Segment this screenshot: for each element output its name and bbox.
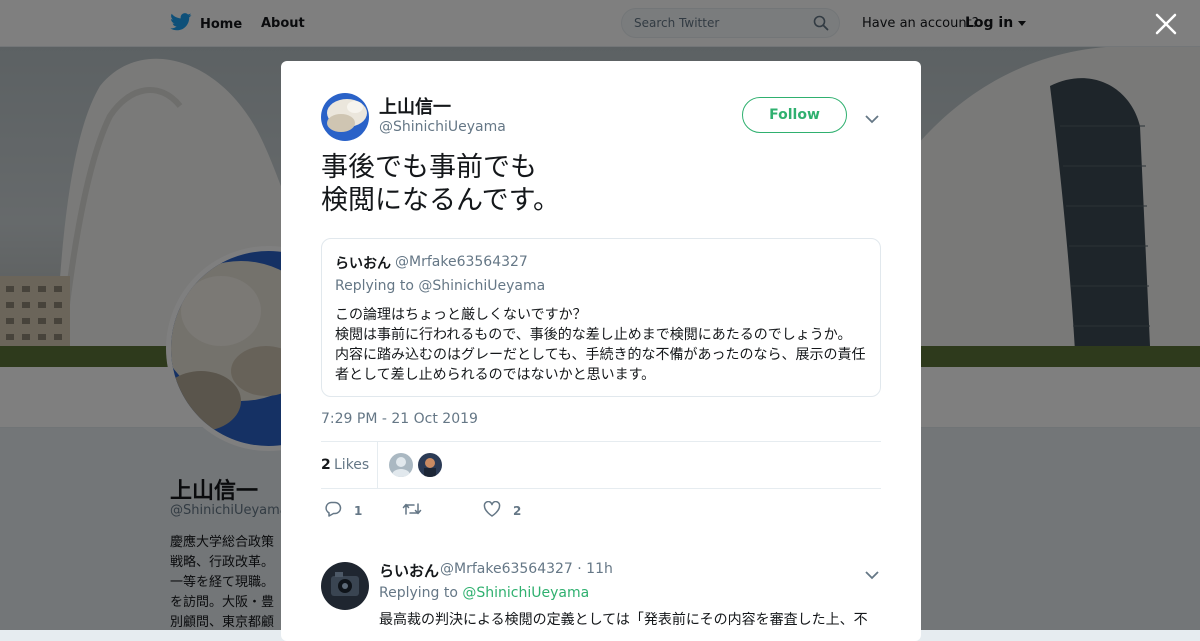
divider: [321, 488, 881, 489]
like-action[interactable]: 2: [483, 500, 522, 520]
quoted-text-line: 検閲は事前に行われるもので、事後的な差し止めまで検閲にあたるのでしょうか。: [335, 327, 852, 343]
reply-action[interactable]: 1: [324, 501, 362, 520]
quoted-text-line: 内容に踏み込むのはグレーだとしても、手続き的な不備があったのなら、展示の責任: [335, 347, 866, 363]
chevron-down-icon[interactable]: [865, 109, 879, 128]
replying-to-prefix: Replying to: [379, 585, 458, 601]
reply-icon: [324, 501, 342, 520]
like-count: 2: [513, 503, 522, 518]
likes-count: 2: [321, 457, 331, 473]
tweet-text: 事後でも事前でも 検閲になるんです。: [321, 151, 881, 217]
likes-label: Likes: [334, 457, 370, 473]
reply-author-name[interactable]: らいおん: [379, 560, 439, 581]
tweet-text-line: 事後でも事前でも: [321, 152, 537, 183]
likes-stat[interactable]: 2 Likes: [321, 442, 378, 488]
quoted-tweet-author-name: らいおん: [335, 256, 391, 272]
reply-tweet-text: 最高裁の判決による検閲の定義としては「発表前にその内容を審査した上、不: [379, 612, 868, 628]
divider: [321, 441, 881, 442]
quoted-tweet-author-handle: @Mrfake63564327: [395, 254, 528, 270]
quoted-text-line: 者として差し止められるのではないかと思います。: [335, 367, 656, 383]
retweet-action[interactable]: [402, 501, 434, 520]
follow-button[interactable]: Follow: [742, 97, 847, 133]
quoted-tweet[interactable]: らいおん @Mrfake63564327 Replying to @Shinic…: [321, 238, 881, 397]
reply-author-avatar[interactable]: [321, 562, 369, 610]
close-icon[interactable]: [1154, 12, 1178, 40]
quoted-text-line: この論理はちょっと厳しくないですか？: [335, 307, 587, 323]
tweet-text-line: 検閲になるんです。: [321, 185, 560, 216]
chevron-down-icon[interactable]: [865, 565, 879, 584]
liker-avatar[interactable]: [418, 453, 442, 477]
heart-icon: [483, 500, 501, 520]
reply-author-handle[interactable]: @Mrfake63564327 · 11h: [440, 561, 613, 577]
tweet-timestamp[interactable]: 7:29 PM - 21 Oct 2019: [321, 411, 478, 427]
reply-replying-to: Replying to @ShinichiUeyama: [379, 585, 589, 601]
tweet-permalink-modal: 上山信一 @ShinichiUeyama Follow 事後でも事前でも 検閲に…: [281, 61, 921, 641]
reply-count: 1: [354, 503, 363, 518]
retweet-icon: [402, 501, 422, 520]
author-name[interactable]: 上山信一: [379, 93, 451, 119]
author-handle[interactable]: @ShinichiUeyama: [379, 119, 506, 135]
liker-avatar[interactable]: [389, 453, 413, 477]
replying-to-handle-link[interactable]: @ShinichiUeyama: [462, 585, 589, 601]
quoted-tweet-text: この論理はちょっと厳しくないですか？ 検閲は事前に行われるもので、事後的な差し止…: [335, 305, 870, 385]
author-avatar[interactable]: [321, 93, 369, 141]
quoted-tweet-replying-to: Replying to @ShinichiUeyama: [335, 278, 546, 294]
